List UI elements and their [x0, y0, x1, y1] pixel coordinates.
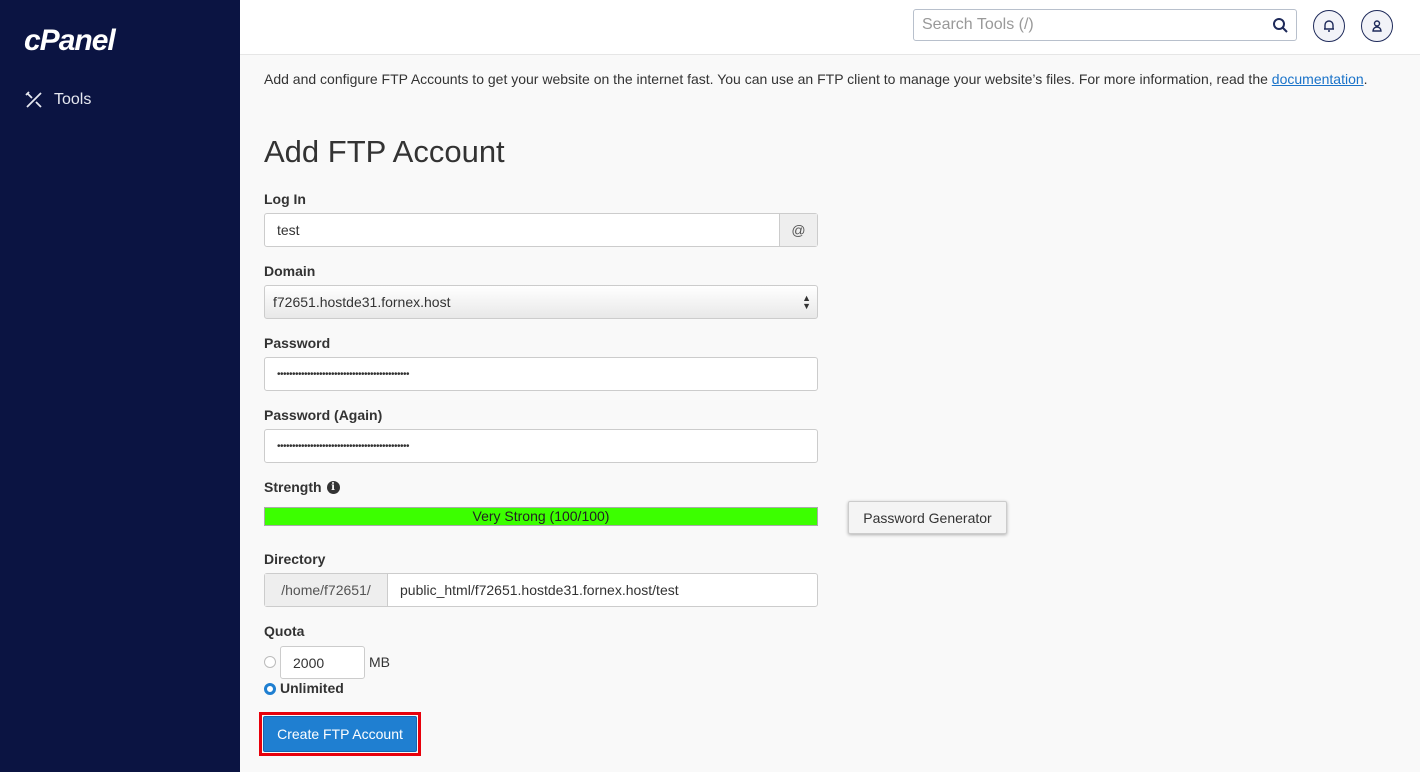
- search-input[interactable]: [914, 10, 1254, 40]
- user-menu-button[interactable]: [1361, 10, 1393, 42]
- sidebar-item-label: Tools: [54, 91, 92, 108]
- directory-label: Directory: [264, 551, 326, 567]
- password-input[interactable]: ••••••••••••••••••••••••••••••••••••••••…: [264, 357, 818, 391]
- bell-icon: [1324, 20, 1334, 32]
- login-input[interactable]: [265, 214, 779, 246]
- select-arrows-icon: ▲ ▼: [802, 293, 811, 311]
- login-field: @: [264, 213, 818, 247]
- password-again-label: Password (Again): [264, 407, 383, 423]
- login-label: Log In: [264, 191, 306, 207]
- password-strength-meter: Very Strong (100/100): [264, 507, 818, 526]
- tools-icon: [25, 91, 42, 108]
- documentation-link[interactable]: documentation: [1272, 71, 1364, 87]
- directory-prefix: /home/f72651/: [265, 574, 388, 606]
- domain-label: Domain: [264, 263, 316, 279]
- domain-value: f72651.hostde31.fornex.host: [273, 294, 451, 310]
- quota-input[interactable]: [280, 646, 365, 679]
- intro-end: .: [1363, 71, 1368, 87]
- user-icon: [1372, 20, 1382, 32]
- search-box: [913, 9, 1297, 41]
- cpanel-logo[interactable]: cPanel: [24, 24, 116, 58]
- strength-label-row: Strength i: [264, 479, 340, 495]
- intro-text: Add and configure FTP Accounts to get yo…: [264, 70, 1384, 88]
- directory-input[interactable]: [388, 574, 817, 606]
- at-addon: @: [779, 214, 817, 246]
- create-button-highlight: Create FTP Account: [259, 712, 421, 756]
- notifications-button[interactable]: [1313, 10, 1345, 42]
- password-label: Password: [264, 335, 331, 351]
- quota-label: Quota: [264, 623, 305, 639]
- info-icon[interactable]: i: [326, 480, 340, 494]
- intro-body: Add and configure FTP Accounts to get yo…: [264, 71, 1272, 87]
- quota-limited-radio[interactable]: [264, 656, 276, 668]
- password-again-input[interactable]: ••••••••••••••••••••••••••••••••••••••••…: [264, 429, 818, 463]
- password-generator-button[interactable]: Password Generator: [848, 501, 1007, 534]
- create-ftp-account-button[interactable]: Create FTP Account: [263, 716, 417, 752]
- quota-unlimited-radio[interactable]: [264, 683, 276, 695]
- search-icon[interactable]: [1272, 17, 1288, 33]
- directory-field: /home/f72651/: [264, 573, 818, 607]
- strength-label: Strength: [264, 479, 322, 495]
- sidebar: cPanel Tools: [0, 0, 240, 772]
- top-bar: [240, 0, 1420, 55]
- quota-unit: MB: [369, 654, 390, 670]
- sidebar-item-tools[interactable]: Tools: [24, 90, 91, 110]
- quota-unlimited-label[interactable]: Unlimited: [280, 680, 344, 696]
- page-title: Add FTP Account: [264, 134, 505, 169]
- domain-select[interactable]: f72651.hostde31.fornex.host ▲ ▼: [264, 285, 818, 319]
